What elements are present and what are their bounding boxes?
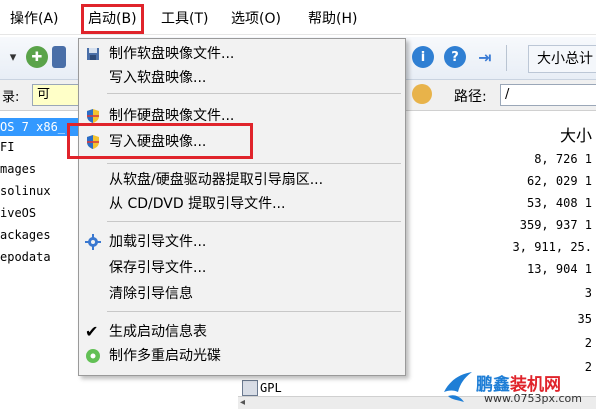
file-icon [242, 380, 258, 396]
menu-tools[interactable]: 工具(T) [159, 9, 210, 29]
menu-item-label: 生成启动信息表 [109, 324, 207, 340]
menu-item-label: 从软盘/硬盘驱动器提取引导扇区... [109, 172, 324, 188]
tree-item[interactable]: mages [0, 160, 36, 178]
tree-item[interactable]: FI [0, 138, 14, 156]
size-cell: 359, 937 1 [519, 218, 592, 232]
shield-icon [87, 109, 99, 123]
menu-item-extract-cd-boot-file[interactable]: 从 CD/DVD 提取引导文件... [79, 193, 405, 215]
size-cell: 3 [584, 286, 592, 300]
menu-item-save-boot-file[interactable]: 保存引导文件... [79, 257, 405, 279]
info-icon[interactable]: i [412, 46, 434, 68]
bird-logo-icon [444, 372, 472, 402]
highlight-box [67, 123, 253, 159]
size-cell: 2 [584, 336, 592, 350]
size-column-header[interactable]: 大小 [560, 122, 592, 146]
toolbar-separator [506, 45, 507, 71]
save-icon[interactable] [52, 46, 66, 68]
tree-item[interactable]: epodata [0, 248, 51, 266]
menu-item-label: 保存引导文件... [109, 260, 207, 276]
menu-separator [107, 93, 401, 94]
tree-item[interactable]: iveOS [0, 204, 36, 222]
menu-item-extract-boot-sector[interactable]: 从软盘/硬盘驱动器提取引导扇区... [79, 169, 405, 191]
catalog-field[interactable]: 可 [32, 84, 82, 106]
size-cell: 62, 029 1 [526, 174, 592, 188]
size-total-button[interactable]: 大小总计 [528, 45, 596, 73]
menu-item-load-boot-file[interactable]: 加载引导文件... [79, 231, 405, 253]
menu-item-label: 从 CD/DVD 提取引导文件... [109, 196, 286, 212]
watermark-url: www.0753px.com [484, 392, 582, 405]
menu-item-clear-boot-info[interactable]: 清除引导信息 [79, 283, 405, 305]
gear-icon [85, 234, 101, 250]
tree-item[interactable]: ackages [0, 226, 51, 244]
menu-item-label: 写入软盘映像... [109, 70, 207, 86]
size-cell: 35 [577, 312, 592, 326]
dropdown-arrow-icon[interactable]: ▾ [2, 46, 24, 68]
menu-item-write-floppy-image[interactable]: 写入软盘映像... [79, 67, 405, 89]
menu-item-make-floppy-image[interactable]: 制作软盘映像文件... [79, 43, 405, 65]
exit-icon[interactable]: ⇥ [474, 46, 496, 68]
menu-item-make-multiboot-disc[interactable]: 制作多重启动光碟 [79, 345, 405, 367]
size-cell: 3, 911, 25. [512, 240, 592, 254]
menu-boot[interactable]: 启动(B) [81, 4, 144, 34]
size-cell: 13, 904 1 [526, 262, 592, 276]
help-icon[interactable]: ? [444, 46, 466, 68]
green-disc-icon [86, 349, 100, 363]
menu-item-label: 制作软盘映像文件... [109, 46, 235, 62]
menu-item-label: 加载引导文件... [109, 234, 207, 250]
size-cell: 53, 408 1 [526, 196, 592, 210]
menu-item-label: 清除引导信息 [109, 286, 193, 302]
scroll-left-icon[interactable]: ◂ [240, 397, 245, 408]
path-field[interactable]: / [500, 84, 596, 106]
menu-separator [107, 163, 401, 164]
catalog-label: 录: [2, 90, 20, 105]
menu-operation[interactable]: 操作(A) [8, 9, 61, 29]
menu-separator [107, 311, 401, 312]
open-file-icon[interactable]: ✚ [26, 46, 48, 68]
menu-help[interactable]: 帮助(H) [306, 9, 359, 29]
tree-item[interactable]: solinux [0, 182, 51, 200]
menu-bar: 操作(A) 启动(B) 工具(T) 选项(O) 帮助(H) [0, 0, 596, 35]
path-label: 路径: [454, 89, 487, 105]
file-name[interactable]: GPL [260, 380, 282, 396]
checkmark-icon: ✔ [85, 322, 99, 341]
menu-item-generate-boot-info-table[interactable]: ✔ 生成启动信息表 [79, 321, 405, 343]
floppy-icon [87, 48, 99, 60]
boot-menu-dropdown: 制作软盘映像文件... 写入软盘映像... 制作硬盘映像文件... 写入硬盘映像… [67, 38, 406, 376]
volume-label-icon[interactable] [412, 84, 432, 104]
menu-separator [107, 221, 401, 222]
watermark: 鹏鑫装机网 www.0753px.com [440, 368, 596, 408]
menu-options[interactable]: 选项(O) [229, 9, 283, 29]
size-cell: 8, 726 1 [534, 152, 592, 166]
menu-item-label: 制作多重启动光碟 [109, 348, 221, 364]
